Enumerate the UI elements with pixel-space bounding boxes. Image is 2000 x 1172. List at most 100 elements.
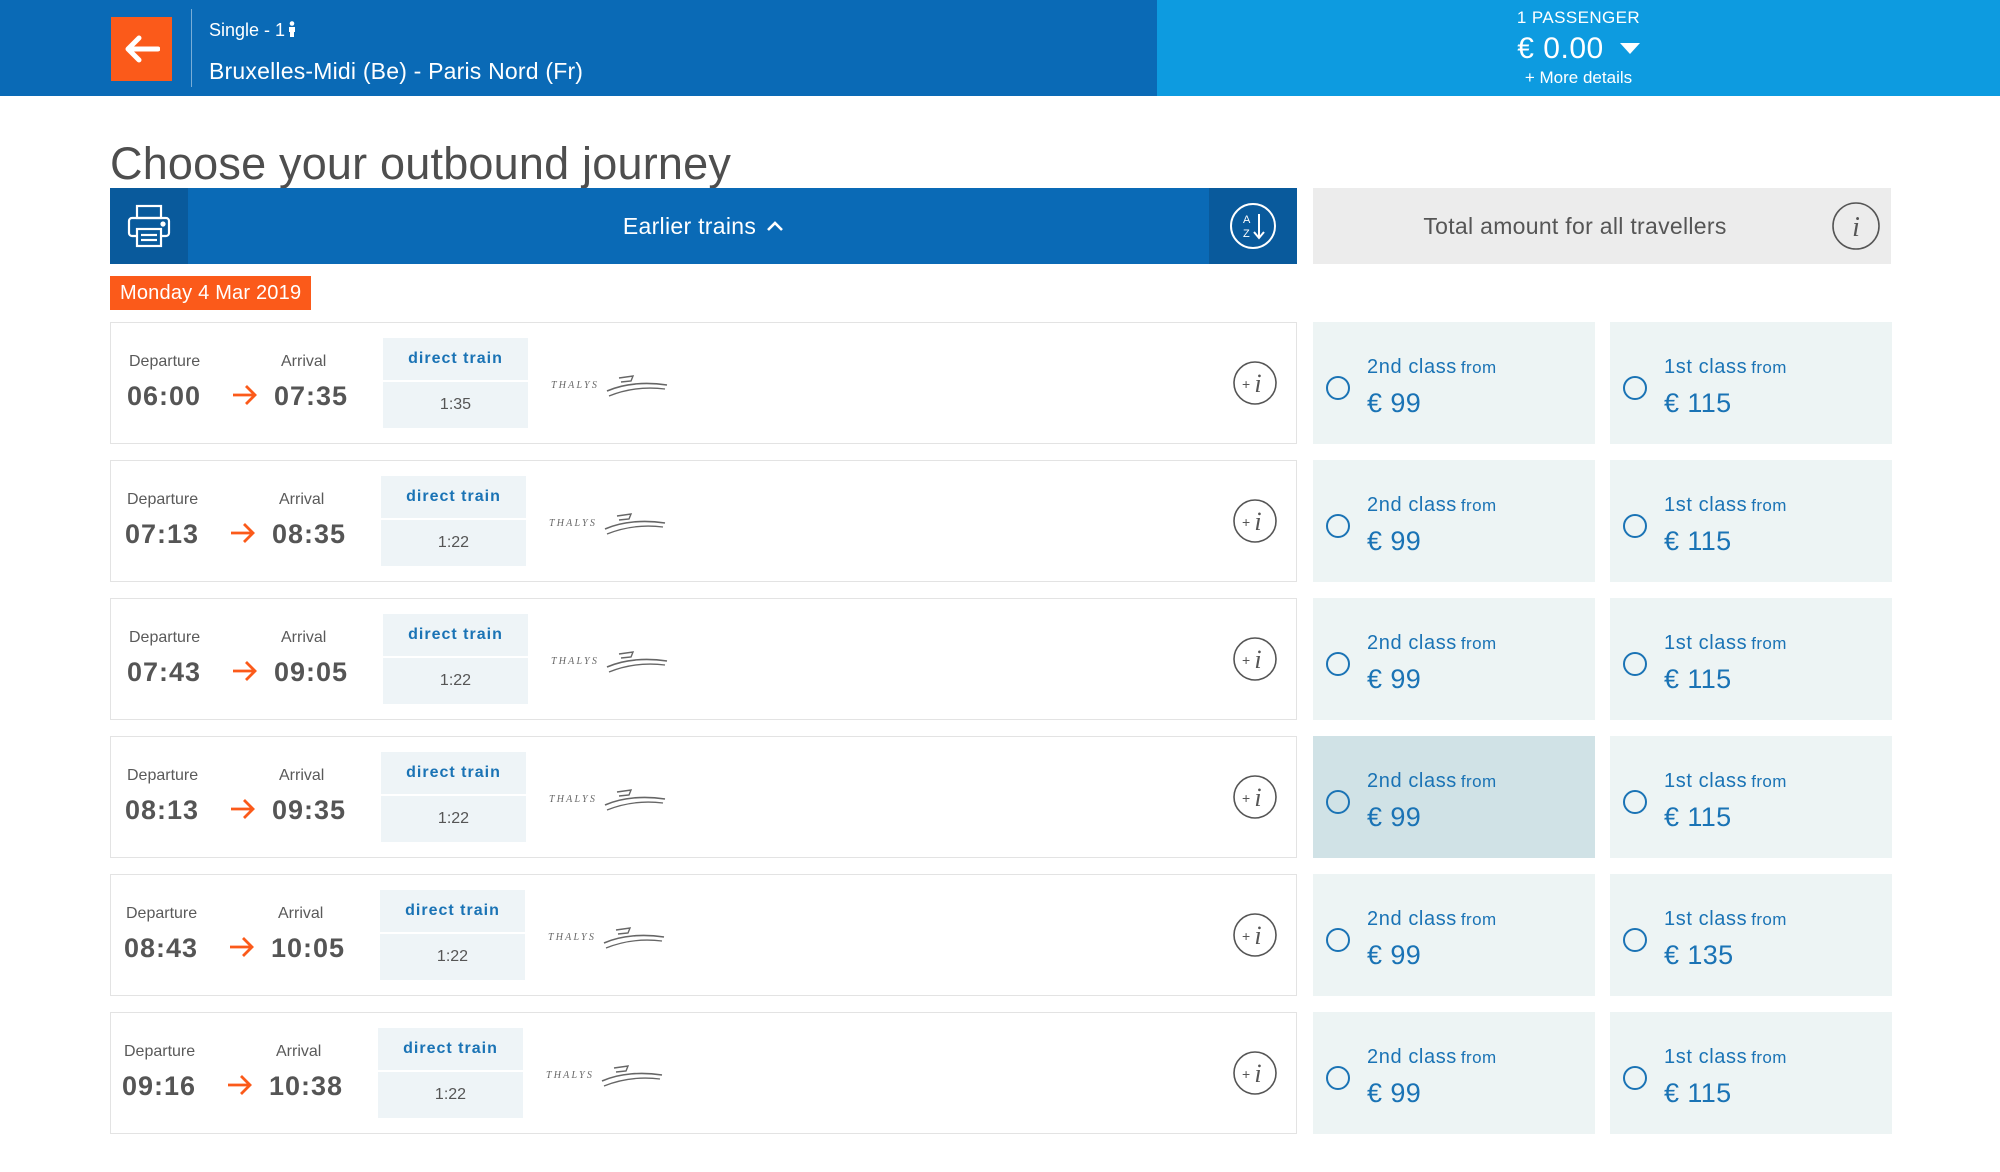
first-class-fare[interactable]: 1st class from € 135 [1610,874,1892,996]
fare-from-label: from [1751,1048,1787,1067]
second-class-fare[interactable]: 2nd class from € 99 [1313,874,1595,996]
thalys-logo: THALYS [546,1065,663,1087]
first-class-radio[interactable] [1623,514,1647,538]
plus-info-icon[interactable]: + i [1232,636,1278,682]
fare-from-label: from [1751,910,1787,929]
first-class-radio[interactable] [1623,928,1647,952]
second-class-radio[interactable] [1326,376,1350,400]
first-class-price: € 115 [1664,1078,1732,1108]
fare-from-label: from [1460,910,1497,929]
arrow-right-icon [231,523,255,543]
arrival-label: Arrival [281,353,327,370]
svg-text:A: A [1243,214,1251,226]
second-class-price: € 99 [1367,664,1422,694]
fare-class-label: 2nd class [1367,356,1457,378]
departure-label: Departure [124,1043,196,1060]
first-class-price: € 115 [1664,526,1732,556]
fare-class-label: 2nd class [1367,770,1457,792]
arrow-right-icon [233,385,257,405]
first-class-radio[interactable] [1623,652,1647,676]
fare-class-label: 1st class [1664,356,1748,378]
journey-row: Departure 09:16 Arrival 10:38 direct tra… [110,1012,1892,1134]
second-class-fare[interactable]: 2nd class from € 99 [1313,322,1595,444]
svg-text:+: + [1242,652,1250,668]
second-class-radio[interactable] [1326,790,1350,814]
total-amount-label: Total amount for all travellers [1423,212,1727,239]
fare-class-heading: 1st class from [1664,632,1787,655]
arrival-time: 09:35 [272,795,347,825]
second-class-fare[interactable]: 2nd class from € 99 [1313,1012,1595,1134]
journey-card[interactable]: Departure 08:43 Arrival 10:05 direct tra… [110,874,1297,996]
svg-text:+: + [1242,514,1250,530]
svg-text:i: i [1254,921,1261,950]
thalys-logo: THALYS [549,513,666,535]
fare-from-label: from [1751,496,1787,515]
train-type: direct train [378,1028,523,1072]
departure-time: 09:16 [122,1071,197,1101]
departure-time: 06:00 [127,381,202,411]
departure-label: Departure [129,353,201,370]
passenger-block: 1 PASSENGER € 0.00 + More details [1157,8,2000,88]
page-title: Choose your outbound journey [110,138,732,190]
train-type: direct train [381,752,526,796]
plus-info-icon[interactable]: + i [1232,498,1278,544]
plus-info-icon[interactable]: + i [1232,774,1278,820]
departure-time: 08:43 [124,933,199,963]
plus-info-icon[interactable]: + i [1232,1050,1278,1096]
arrival-time: 07:35 [274,381,349,411]
journey-card[interactable]: Departure 07:13 Arrival 08:35 direct tra… [110,460,1297,582]
departure-label: Departure [127,767,199,784]
train-type: direct train [383,338,528,382]
train-duration: 1:22 [437,534,470,551]
second-class-radio[interactable] [1326,652,1350,676]
first-class-fare[interactable]: 1st class from € 115 [1610,460,1892,582]
train-duration: 1:22 [437,810,470,827]
second-class-fare[interactable]: 2nd class from € 99 [1313,460,1595,582]
second-class-radio[interactable] [1326,514,1350,538]
train-type: direct train [380,890,525,934]
first-class-radio[interactable] [1623,790,1647,814]
info-icon[interactable]: i [1831,201,1881,251]
plus-info-icon[interactable]: + i [1232,912,1278,958]
thalys-logo-text: THALYS [551,380,599,391]
journey-card[interactable]: Departure 06:00 Arrival 07:35 direct tra… [110,322,1297,444]
thalys-logo-text: THALYS [548,932,596,943]
first-class-radio[interactable] [1623,376,1647,400]
second-class-fare[interactable]: 2nd class from € 99 [1313,598,1595,720]
passenger-summary: 1 PASSENGER € 0.00 + More details [1157,0,2000,96]
second-class-radio[interactable] [1326,1066,1350,1090]
second-class-price: € 99 [1367,388,1422,418]
fare-class-heading: 1st class from [1664,494,1787,517]
trip-summary-bar: Single - 1 Bruxelles-Midi (Be) - Paris N… [0,0,1157,96]
first-class-fare[interactable]: 1st class from € 115 [1610,736,1892,858]
more-details-link[interactable]: + More details [1157,68,2000,88]
total-price: € 0.00 [1517,32,1604,65]
first-class-fare[interactable]: 1st class from € 115 [1610,322,1892,444]
first-class-radio[interactable] [1623,1066,1647,1090]
back-button[interactable] [111,17,172,81]
first-class-fare[interactable]: 1st class from € 115 [1610,598,1892,720]
second-class-radio[interactable] [1326,928,1350,952]
route-title: Bruxelles-Midi (Be) - Paris Nord (Fr) [209,58,584,84]
svg-text:i: i [1254,1059,1261,1088]
journey-card[interactable]: Departure 08:13 Arrival 09:35 direct tra… [110,736,1297,858]
train-info: direct train 1:35 [383,338,528,428]
plus-info-icon[interactable]: + i [1232,360,1278,406]
fare-class-label: 2nd class [1367,908,1457,930]
svg-text:i: i [1254,645,1261,674]
journey-card[interactable]: Departure 07:43 Arrival 09:05 direct tra… [110,598,1297,720]
first-class-fare[interactable]: 1st class from € 115 [1610,1012,1892,1134]
person-icon [289,21,296,37]
second-class-fare[interactable]: 2nd class from € 99 [1313,736,1595,858]
fare-class-heading: 2nd class from [1367,494,1497,517]
departure-label: Departure [126,905,198,922]
print-button[interactable] [110,188,188,264]
thalys-logo-text: THALYS [549,518,597,529]
sort-button[interactable]: A Z [1209,188,1297,264]
departure-time: 07:43 [127,657,202,687]
second-class-price: € 99 [1367,1078,1422,1108]
earlier-trains-button[interactable]: Earlier trains [188,188,1219,264]
total-price-toggle[interactable]: € 0.00 [1517,32,1640,66]
total-amount-box: Total amount for all travellers i [1313,188,1891,264]
journey-card[interactable]: Departure 09:16 Arrival 10:38 direct tra… [110,1012,1297,1134]
